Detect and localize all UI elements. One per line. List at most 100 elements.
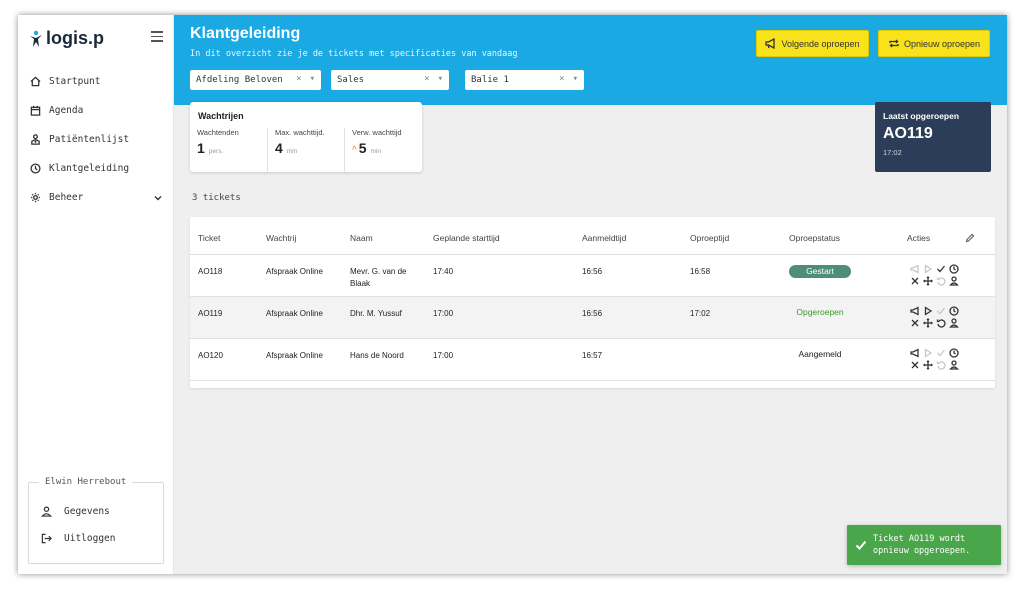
department-select[interactable]: Afdeling Beloven × ▾ (190, 70, 321, 90)
max-wait-stat: Max. wachttijd. 4 min (267, 128, 344, 172)
user-details-link[interactable]: Gegevens (41, 506, 110, 517)
registered-cell: 16:56 (582, 267, 603, 276)
table-row[interactable]: AO118 Afspraak Online Mevr. G. van de Bl… (190, 255, 995, 297)
chevron-down-icon: ▾ (437, 74, 443, 84)
undo-icon[interactable] (936, 360, 946, 370)
last-called-time: 17:02 (883, 148, 902, 157)
close-icon[interactable] (910, 360, 920, 370)
menu-toggle-icon[interactable] (151, 31, 163, 42)
desk-select-value: Balie 1 (471, 75, 509, 85)
row-actions (910, 348, 970, 372)
app-window: logis.p Startpunt Agenda Patiëntenlijst … (18, 15, 1007, 574)
undo-icon[interactable] (936, 318, 946, 328)
planned-cell: 17:00 (433, 309, 454, 318)
user-icon[interactable] (949, 360, 959, 370)
clock-icon[interactable] (949, 306, 959, 316)
department-select-value: Afdeling Beloven (196, 75, 283, 85)
clock-icon[interactable] (949, 264, 959, 274)
name-cell: Mevr. G. van de Blaak (350, 267, 407, 288)
user-icon[interactable] (949, 318, 959, 328)
patients-icon (31, 134, 40, 145)
expected-wait-stat: Verw. wachttijd ^ 5 min (344, 128, 422, 172)
recall-label: Opnieuw oproepen (903, 38, 981, 49)
column-header: Aanmeldtijd (582, 233, 627, 243)
sidebar-item-label: Agenda (49, 105, 84, 116)
waiting-value: 1 (197, 140, 205, 156)
play-icon[interactable] (923, 306, 933, 316)
megaphone-icon[interactable] (910, 348, 920, 358)
table-row[interactable]: AO119 Afspraak Online Dhr. M. Yussuf 17:… (190, 297, 995, 339)
clock-icon[interactable] (949, 348, 959, 358)
name-cell: Dhr. M. Yussuf (350, 309, 402, 318)
move-icon[interactable] (923, 318, 933, 328)
logout-icon (41, 533, 52, 544)
status-badge: Aangemeld (798, 349, 842, 359)
clear-icon[interactable]: × (559, 74, 564, 84)
ticket-cell: AO119 (198, 309, 223, 318)
call-next-button[interactable]: Volgende oproepen (756, 30, 869, 57)
table-header: Ticket Wachtrij Naam Geplande starttijd … (190, 217, 995, 255)
gear-icon (30, 192, 41, 203)
undo-icon[interactable] (936, 276, 946, 286)
desk-select[interactable]: Balie 1 × ▾ (465, 70, 584, 90)
close-icon[interactable] (910, 318, 920, 328)
caret-up-icon: ^ (352, 145, 357, 156)
check-icon[interactable] (936, 306, 946, 316)
play-icon[interactable] (923, 264, 933, 274)
last-called-ticket: AO119 (883, 125, 933, 142)
expected-wait-value: 5 (358, 140, 367, 156)
queue-cell: Afspraak Online (266, 267, 323, 276)
queue-card-title: Wachtrijen (198, 111, 244, 121)
sidebar-item-agenda[interactable]: Agenda (18, 96, 174, 125)
logo-person-icon (30, 30, 42, 47)
recall-button[interactable]: Opnieuw oproepen (878, 30, 990, 57)
sidebar-item-klantgeleiding[interactable]: Klantgeleiding (18, 154, 174, 183)
table-row[interactable]: AO120 Afspraak Online Hans de Noord 17:0… (190, 339, 995, 381)
user-icon[interactable] (949, 276, 959, 286)
called-cell: 17:02 (690, 309, 711, 318)
registered-cell: 16:57 (582, 351, 603, 360)
waiting-label: Wachtenden (197, 128, 239, 137)
chevron-down-icon (154, 195, 162, 200)
chevron-down-icon: ▾ (309, 74, 315, 84)
move-icon[interactable] (923, 276, 933, 286)
tickets-table: Ticket Wachtrij Naam Geplande starttijd … (190, 217, 995, 388)
planned-cell: 17:00 (433, 351, 454, 360)
sidebar-item-label: Klantgeleiding (49, 163, 130, 174)
name-cell: Hans de Noord (350, 351, 404, 360)
check-icon[interactable] (936, 264, 946, 274)
toast-notification[interactable]: Ticket AO119 wordt opnieuw opgeroepen. (847, 525, 1001, 565)
megaphone-icon[interactable] (910, 306, 920, 316)
clear-icon[interactable]: × (424, 74, 429, 84)
logout-link[interactable]: Uitloggen (41, 533, 115, 544)
logo[interactable]: logis.p (28, 28, 104, 49)
sidebar-item-startpunt[interactable]: Startpunt (18, 67, 174, 96)
status-badge: Gestart (789, 265, 851, 278)
queue-cell: Afspraak Online (266, 309, 323, 318)
clear-icon[interactable]: × (296, 74, 301, 84)
page-header: Klantgeleiding In dit overzicht zie je d… (174, 15, 1007, 105)
sidebar-item-beheer[interactable]: Beheer (18, 183, 174, 212)
user-icon (41, 506, 52, 517)
megaphone-icon[interactable] (910, 264, 920, 274)
megaphone-icon (765, 38, 776, 49)
ticket-cell: AO120 (198, 351, 223, 360)
ticket-count: 3 tickets (192, 193, 241, 203)
column-header: Naam (350, 233, 373, 243)
queue-select[interactable]: Sales × ▾ (331, 70, 449, 90)
edit-columns-icon[interactable] (965, 233, 975, 243)
play-icon[interactable] (923, 348, 933, 358)
check-icon[interactable] (936, 348, 946, 358)
toast-message: Ticket AO119 wordt opnieuw opgeroepen. (873, 534, 971, 556)
close-icon[interactable] (910, 276, 920, 286)
sidebar-item-patientenlijst[interactable]: Patiëntenlijst (18, 125, 174, 154)
max-wait-value: 4 (275, 140, 283, 156)
ticket-cell: AO118 (198, 267, 223, 276)
column-header: Ticket (198, 233, 221, 243)
sidebar-item-label: Beheer (49, 192, 84, 203)
sidebar-item-label: Patiëntenlijst (49, 134, 130, 145)
move-icon[interactable] (923, 360, 933, 370)
column-header: Acties (907, 233, 931, 243)
logout-label: Uitloggen (64, 533, 116, 544)
user-panel: Elwin Herrebout Gegevens Uitloggen (28, 477, 164, 564)
